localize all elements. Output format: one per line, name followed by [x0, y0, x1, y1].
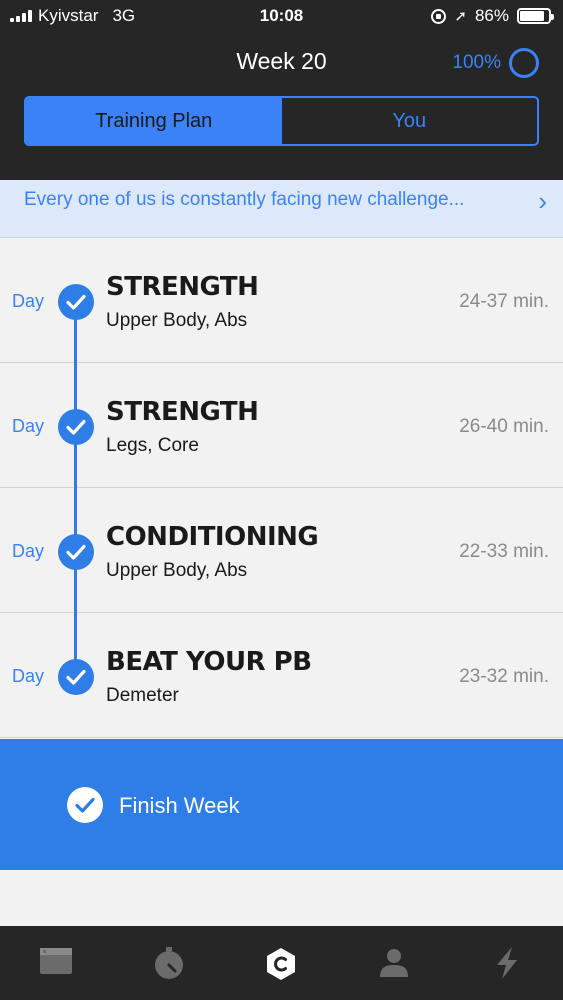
- workout-row[interactable]: Day CONDITIONING Upper Body, Abs 22-33 m…: [0, 488, 563, 613]
- workout-duration: 26-40 min.: [459, 416, 549, 437]
- status-bar: Kyivstar 3G 10:08 ➚ 86%: [0, 0, 563, 32]
- tab-profile[interactable]: [338, 926, 451, 1000]
- tab-bar: [0, 926, 563, 1000]
- workout-subtitle: Upper Body, Abs: [106, 560, 248, 581]
- workout-title: CONDITIONING: [106, 522, 319, 552]
- tab-browse[interactable]: [0, 926, 113, 1000]
- day-label: Day: [12, 666, 45, 686]
- workout-row[interactable]: Day STRENGTH Legs, Core 26-40 min.: [0, 363, 563, 488]
- workout-duration: 23-32 min.: [459, 666, 549, 687]
- workout-title: BEAT YOUR PB: [106, 647, 312, 677]
- profile-icon: [380, 949, 409, 977]
- workout-title: STRENGTH: [106, 397, 259, 427]
- progress-percent: 100%: [452, 52, 501, 73]
- status-right: ➚ 86%: [431, 6, 554, 26]
- workout-list: Day STRENGTH Upper Body, Abs 24-37 min. …: [0, 238, 563, 738]
- tab-activity[interactable]: [450, 926, 563, 1000]
- check-icon: [58, 409, 94, 445]
- progress-ring-icon: [509, 48, 539, 78]
- day-label: Day: [12, 416, 45, 436]
- day-label: Day: [12, 291, 45, 311]
- tab-coach[interactable]: [225, 926, 338, 1000]
- workout-title: STRENGTH: [106, 272, 259, 302]
- workout-row[interactable]: Day BEAT YOUR PB Demeter 23-32 min.: [0, 613, 563, 738]
- app-header: Kyivstar 3G 10:08 ➚ 86% Week 20 100% Tra…: [0, 0, 563, 192]
- coach-hexagon-icon: [267, 948, 296, 980]
- lightning-icon: [496, 947, 517, 979]
- check-icon: [58, 659, 94, 695]
- chevron-right-icon: ›: [538, 186, 547, 216]
- week-progress[interactable]: 100%: [452, 48, 539, 78]
- battery-percent: 86%: [474, 6, 509, 25]
- segmented-control: Training Plan You: [24, 96, 539, 146]
- browser-icon: [40, 948, 73, 974]
- stopwatch-icon: [154, 947, 183, 979]
- workout-subtitle: Demeter: [106, 685, 179, 706]
- finish-week-label: Finish Week: [119, 793, 240, 818]
- workout-duration: 22-33 min.: [459, 541, 549, 562]
- battery-icon: [517, 8, 554, 24]
- timeline-line: [74, 300, 77, 677]
- tab-training-plan[interactable]: Training Plan: [26, 98, 282, 144]
- tab-you[interactable]: You: [282, 98, 538, 144]
- check-icon: [67, 787, 103, 823]
- workout-row[interactable]: Day STRENGTH Upper Body, Abs 24-37 min.: [0, 238, 563, 363]
- check-icon: [58, 284, 94, 320]
- rotation-lock-icon: [431, 8, 447, 24]
- check-icon: [58, 534, 94, 570]
- motivation-banner[interactable]: Every one of us is constantly facing new…: [0, 180, 563, 238]
- workout-subtitle: Upper Body, Abs: [106, 310, 248, 331]
- tab-timer[interactable]: [113, 926, 226, 1000]
- workout-duration: 24-37 min.: [459, 291, 549, 312]
- location-arrow-icon: ➚: [454, 8, 467, 25]
- finish-week-button[interactable]: Finish Week: [0, 739, 563, 870]
- day-label: Day: [12, 541, 45, 561]
- workout-subtitle: Legs, Core: [106, 435, 199, 456]
- banner-text: Every one of us is constantly facing new…: [24, 189, 465, 210]
